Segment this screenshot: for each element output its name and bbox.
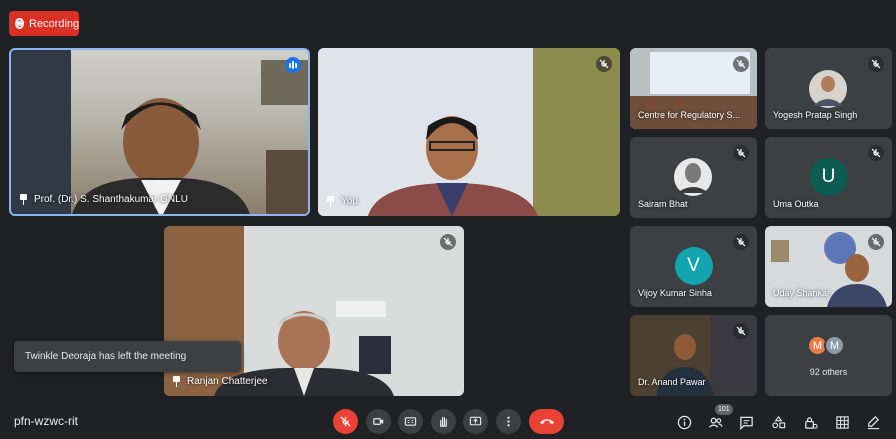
chat-button[interactable] xyxy=(737,413,755,431)
raise-hand-button[interactable] xyxy=(431,409,456,434)
pin-icon[interactable] xyxy=(172,376,181,387)
video-tile-sairam[interactable]: Sairam Bhat xyxy=(630,137,757,218)
mic-off-icon xyxy=(868,56,884,72)
recording-icon xyxy=(15,18,24,29)
recording-label: Recording xyxy=(29,17,80,30)
camera-icon xyxy=(373,418,384,425)
activities-icon xyxy=(771,415,785,428)
meeting-details-button[interactable] xyxy=(675,413,693,431)
video-tile-uday[interactable]: Uday Shankar xyxy=(765,226,892,307)
participant-video xyxy=(318,48,620,216)
mic-off-icon xyxy=(340,416,351,427)
participant-video xyxy=(11,50,308,214)
mic-off-icon xyxy=(733,323,749,339)
video-tile-centre[interactable]: Centre for Regulatory S... xyxy=(630,48,757,129)
mic-toggle-button[interactable] xyxy=(333,409,358,434)
participant-name: Yogesh Pratap Singh xyxy=(773,110,858,120)
participant-name: Uma Outka xyxy=(773,199,819,209)
mic-off-icon xyxy=(868,145,884,161)
grid-icon xyxy=(835,415,849,429)
meeting-code: pfn-wzwc-rit xyxy=(14,414,79,428)
participant-name: Ranjan Chatterjee xyxy=(187,376,268,387)
mic-off-icon xyxy=(733,56,749,72)
video-tile-yogesh[interactable]: Yogesh Pratap Singh xyxy=(765,48,892,129)
others-count: 92 others xyxy=(809,367,848,377)
more-icon xyxy=(507,416,510,427)
chat-icon xyxy=(739,416,753,430)
participant-left-toast: Twinkle Deoraja has left the meeting xyxy=(14,341,241,372)
participant-name: Prof. (Dr.) S. Shanthakumar GNLU xyxy=(34,194,188,205)
raise-hand-icon xyxy=(440,417,447,427)
mic-off-icon xyxy=(440,234,456,250)
end-call-icon xyxy=(539,419,554,425)
more-options-button[interactable] xyxy=(496,409,521,434)
whiteboard-button[interactable] xyxy=(864,413,882,431)
host-controls-icon xyxy=(804,416,818,429)
info-icon xyxy=(677,415,691,429)
captions-button[interactable] xyxy=(398,409,423,434)
participant-name: Sairam Bhat xyxy=(638,199,688,209)
others-tile[interactable]: M M 92 others xyxy=(765,315,892,396)
participant-name: Uday Shankar xyxy=(773,288,831,298)
present-button[interactable] xyxy=(463,409,488,434)
participant-avatar: V xyxy=(674,247,713,285)
participant-avatar: U xyxy=(809,158,848,196)
layout-button[interactable] xyxy=(833,413,851,431)
pin-icon[interactable] xyxy=(19,194,28,205)
participant-name: Centre for Regulatory S... xyxy=(638,110,741,120)
video-tile-vijoy[interactable]: V Vijoy Kumar Sinha xyxy=(630,226,757,307)
video-tile-anand[interactable]: Dr. Anand Pawar xyxy=(630,315,757,396)
video-tile-active-speaker[interactable]: Prof. (Dr.) S. Shanthakumar GNLU xyxy=(9,48,310,216)
speaking-indicator-icon xyxy=(285,57,301,73)
people-icon xyxy=(708,417,723,428)
camera-toggle-button[interactable] xyxy=(366,409,391,434)
activities-button[interactable] xyxy=(769,413,787,431)
pin-icon[interactable] xyxy=(326,196,335,207)
captions-icon xyxy=(404,417,417,426)
participant-name: You xyxy=(341,196,358,207)
video-tile-you[interactable]: You xyxy=(318,48,620,216)
mic-off-icon xyxy=(596,56,612,72)
other-avatar: M xyxy=(824,335,845,356)
present-icon xyxy=(469,416,482,426)
end-call-button[interactable] xyxy=(529,409,564,434)
participants-count-badge: 101 xyxy=(715,404,733,415)
pen-icon xyxy=(867,415,879,429)
participant-name: Vijoy Kumar Sinha xyxy=(638,288,712,298)
mic-off-icon xyxy=(868,234,884,250)
video-tile-uma[interactable]: U Uma Outka xyxy=(765,137,892,218)
mic-off-icon xyxy=(733,234,749,250)
host-controls-button[interactable] xyxy=(801,413,819,431)
participant-name: Dr. Anand Pawar xyxy=(638,377,706,387)
people-button[interactable] xyxy=(706,413,724,431)
recording-indicator[interactable]: Recording xyxy=(9,11,79,36)
mic-off-icon xyxy=(733,145,749,161)
